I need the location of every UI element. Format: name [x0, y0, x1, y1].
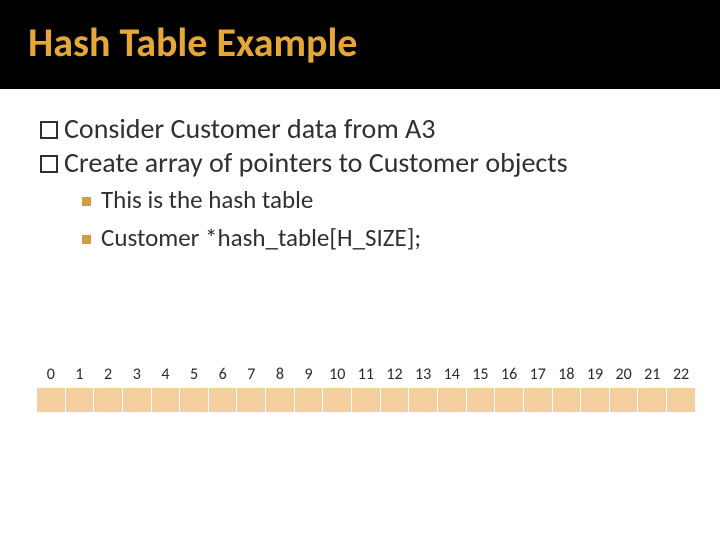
bullet-text: This is the hash table [101, 183, 313, 217]
array-index: 7 [237, 361, 266, 388]
array-cell [581, 388, 610, 413]
array-cell [409, 388, 438, 413]
array-index: 0 [37, 361, 66, 388]
array-cell [352, 388, 381, 413]
hollow-square-icon [40, 121, 58, 139]
array-index: 8 [266, 361, 295, 388]
array-index: 16 [495, 361, 524, 388]
array-cell [237, 388, 266, 413]
array-index: 18 [552, 361, 581, 388]
array-index: 13 [409, 361, 438, 388]
bullet-text: Consider Customer data from A3 [64, 113, 435, 145]
array-index: 19 [581, 361, 610, 388]
array-index: 1 [65, 361, 94, 388]
bullet-text: Create array of pointers to Customer obj… [64, 147, 568, 179]
array-cell [94, 388, 123, 413]
array-index: 10 [323, 361, 352, 388]
array-index: 4 [151, 361, 180, 388]
hash-table-array: 0 1 2 3 4 5 6 7 8 9 10 11 12 13 14 15 16… [36, 360, 696, 413]
array-index: 20 [609, 361, 638, 388]
array-cell [667, 388, 696, 413]
slide: Hash Table Example Consider Customer dat… [0, 0, 720, 540]
array-cell [437, 388, 466, 413]
array-index-row: 0 1 2 3 4 5 6 7 8 9 10 11 12 13 14 15 16… [37, 361, 696, 388]
array-table: 0 1 2 3 4 5 6 7 8 9 10 11 12 13 14 15 16… [36, 360, 696, 413]
array-index: 21 [638, 361, 667, 388]
array-cell [208, 388, 237, 413]
slide-title: Hash Table Example [28, 18, 720, 67]
array-index: 11 [352, 361, 381, 388]
array-index: 2 [94, 361, 123, 388]
array-cell [65, 388, 94, 413]
bullet-level2: This is the hash table [82, 183, 690, 217]
array-index: 3 [122, 361, 151, 388]
array-cell [638, 388, 667, 413]
slide-body: Consider Customer data from A3 Create ar… [0, 89, 720, 255]
bullet-level2: Customer *hash_table[H_SIZE]; [82, 221, 690, 255]
array-index: 6 [208, 361, 237, 388]
array-index: 17 [523, 361, 552, 388]
array-index: 9 [294, 361, 323, 388]
bullet-level1: Consider Customer data from A3 [40, 113, 690, 145]
array-cell [151, 388, 180, 413]
array-cell [323, 388, 352, 413]
array-cell [495, 388, 524, 413]
array-cell [294, 388, 323, 413]
array-cell [380, 388, 409, 413]
array-cell [180, 388, 209, 413]
bullet-text: Customer *hash_table[H_SIZE]; [101, 221, 421, 255]
title-band: Hash Table Example [0, 0, 720, 89]
array-cell [122, 388, 151, 413]
array-cell [37, 388, 66, 413]
array-index: 15 [466, 361, 495, 388]
array-cell [609, 388, 638, 413]
filled-square-icon [82, 197, 91, 206]
array-index: 14 [437, 361, 466, 388]
bullet-level1: Create array of pointers to Customer obj… [40, 147, 690, 179]
filled-square-icon [82, 235, 91, 244]
array-cell [266, 388, 295, 413]
array-index: 12 [380, 361, 409, 388]
array-cell [552, 388, 581, 413]
array-cell [523, 388, 552, 413]
array-index: 22 [667, 361, 696, 388]
array-index: 5 [180, 361, 209, 388]
array-cell-row [37, 388, 696, 413]
hollow-square-icon [40, 155, 58, 173]
array-cell [466, 388, 495, 413]
